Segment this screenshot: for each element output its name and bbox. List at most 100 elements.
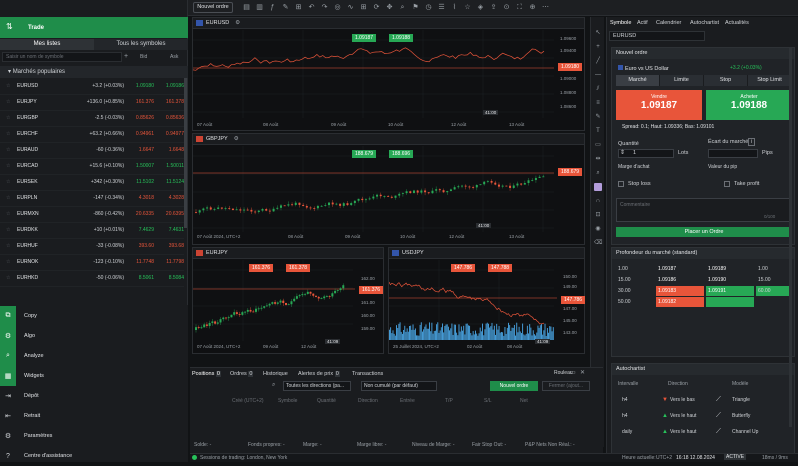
chart-settings-icon[interactable]: ⚙ [234, 136, 239, 142]
row-ask[interactable]: 0.85636 [154, 115, 184, 121]
usdjpy-price-chart[interactable] [389, 260, 584, 353]
row-ask[interactable]: 11.7798 [154, 259, 184, 265]
place-order-button[interactable]: Placer un Ordre [616, 227, 792, 237]
depth-lq[interactable]: 1.00 [616, 264, 652, 274]
market-gap-input[interactable] [708, 149, 758, 158]
right-scrollbar[interactable] [789, 47, 792, 427]
star-icon[interactable]: ☆ [6, 115, 10, 121]
watchlist-row[interactable]: ☆ EURMXN -860 (-0.42%) 20.6335 20.6395 [0, 207, 184, 223]
watchlist-row[interactable]: ☆ EURJPY +136.0 (+0.85%) 161.376 161.378 [0, 95, 184, 111]
chart-gbpjpy[interactable]: GBPJPY ⚙ 188.679 188.696 188.679 07 Août… [192, 133, 585, 245]
star-icon[interactable]: ☆ [6, 147, 10, 153]
row-ask[interactable]: 1.09186 [154, 83, 184, 89]
chart-symbol[interactable]: EURUSD [206, 20, 229, 26]
watchlist-row[interactable]: ☆ EURHKD -50 (-0.06%) 8.5061 8.5084 [0, 271, 184, 287]
star-icon[interactable]: ☆ [6, 83, 10, 89]
more-icon[interactable]: ⋯ [541, 3, 550, 12]
redo-icon[interactable]: ↷ [320, 3, 329, 12]
menu-item-centre-d-assistance[interactable]: ? Centre d'assistance [0, 446, 188, 466]
expand-icon[interactable]: ▭ [570, 369, 576, 376]
buy-price-box[interactable]: 147.788 [488, 264, 513, 272]
star-icon[interactable]: ☆ [463, 3, 472, 12]
watchlist-scrollbar[interactable] [184, 78, 187, 228]
tab-actif[interactable]: Actif [637, 20, 648, 26]
row-bid[interactable]: 1.09180 [124, 83, 154, 89]
star-icon[interactable]: ☆ [6, 99, 10, 105]
list-icon[interactable]: ☰ [437, 3, 446, 12]
row-ask[interactable]: 11.5124 [154, 179, 184, 185]
add-symbol-icon[interactable]: + [124, 53, 128, 61]
zoom-icon[interactable]: ⌕ [594, 169, 602, 177]
auto-model[interactable]: Triangle [732, 397, 750, 403]
close-icon[interactable]: ✕ [580, 369, 585, 376]
depth-bid[interactable]: 1.09187 [656, 264, 704, 274]
chart-settings-icon[interactable]: ⚙ [235, 20, 240, 26]
tab-history[interactable]: Historique [263, 371, 288, 377]
row-bid[interactable]: 11.5102 [124, 179, 154, 185]
layout-icon[interactable]: ▤ [242, 3, 251, 12]
column-header[interactable]: Symbole [278, 398, 297, 404]
watchlist-row[interactable]: ☆ EURCAD +15.6 (+0.10%) 1.50007 1.50011 [0, 159, 184, 175]
star-icon[interactable]: ☆ [6, 195, 10, 201]
menu-item-widgets[interactable]: ▦ Widgets [0, 366, 188, 386]
watchlist-row[interactable]: ☆ EURDKK +10 (+0.01%) 7.4629 7.4631 [0, 223, 184, 239]
sell-button[interactable]: Vendre 1.09187 [616, 90, 702, 120]
eurusd-price-chart[interactable] [193, 30, 584, 130]
row-ask[interactable]: 20.6395 [154, 211, 184, 217]
stop-loss-checkbox[interactable] [618, 181, 624, 187]
menu-item-d-p-t[interactable]: ⇥ Dépôt [0, 386, 188, 406]
spin-icon[interactable]: ⇕ [620, 149, 625, 156]
star-icon[interactable]: ☆ [6, 163, 10, 169]
close-all-button[interactable]: Fermer (ajout... [542, 381, 590, 391]
tab-positions[interactable]: Positions 0 [192, 371, 221, 377]
tab-news[interactable]: Actualités [725, 20, 749, 26]
fib-icon[interactable]: ≡ [594, 99, 602, 107]
trend-line-icon[interactable]: ╱ [594, 57, 602, 65]
menu-item-analyze[interactable]: ⌕ Analyze [0, 346, 188, 366]
order-type-market[interactable]: Marché [616, 75, 660, 86]
row-bid[interactable]: 0.94961 [124, 131, 154, 137]
text-icon[interactable]: T [594, 127, 602, 135]
auto-model[interactable]: Butterfly [732, 413, 750, 419]
menu-item-copy[interactable]: ⧉ Copy [0, 306, 188, 326]
chart-eurjpy[interactable]: EURJPY 161.376 161.378 161.376 162.00 16… [192, 247, 384, 354]
buy-price-box[interactable]: 1.09188 [389, 34, 414, 42]
buy-price-box[interactable]: 188.696 [389, 150, 414, 158]
menu-item-algo[interactable]: ⚙ Algo [0, 326, 188, 346]
chart-symbol[interactable]: EURJPY [206, 250, 228, 256]
timezone-select[interactable]: UTC+2 [656, 455, 672, 461]
eye-icon[interactable]: ◉ [594, 225, 602, 233]
row-bid[interactable]: 4.3018 [124, 195, 154, 201]
symbol-select[interactable]: EURUSD [609, 31, 705, 41]
lock-icon[interactable]: ⊡ [594, 211, 602, 219]
pin-icon[interactable]: ⊕ [528, 3, 537, 12]
positions-new-order-button[interactable]: Nouvel ordre [490, 381, 538, 391]
row-bid[interactable]: 8.5061 [124, 275, 154, 281]
quantity-stepper[interactable]: 1 [618, 149, 674, 158]
watchlist-row[interactable]: ☆ EURAUD -60 (-0.36%) 1.6647 1.6648 [0, 143, 184, 159]
depth-ask[interactable] [706, 297, 754, 307]
tab-my-lists[interactable]: Mes listes [0, 39, 94, 50]
depth-ask[interactable]: 1.09190 [706, 275, 754, 285]
search-icon[interactable]: ⌕ [272, 382, 275, 389]
menu-item-retrait[interactable]: ⇤ Retrait [0, 406, 188, 426]
auto-model[interactable]: Channel Up [732, 429, 758, 435]
tab-symbol[interactable]: Symbole [610, 20, 631, 26]
row-bid[interactable]: 11.7748 [124, 259, 154, 265]
indicator-icon[interactable]: ƒ [268, 3, 277, 12]
row-bid[interactable]: 1.50007 [124, 163, 154, 169]
row-ask[interactable]: 1.6648 [154, 147, 184, 153]
brush-icon[interactable]: ✎ [594, 113, 602, 121]
gbpjpy-candle-chart[interactable] [193, 146, 584, 244]
sell-price-box[interactable]: 147.786 [451, 264, 476, 272]
symbol-search-input[interactable]: Saisir un nom de symbole [2, 52, 122, 62]
watchlist-row[interactable]: ☆ EURGBP -2.5 (-0.03%) 0.85626 0.85636 [0, 111, 184, 127]
depth-rq[interactable] [756, 297, 792, 307]
row-bid[interactable]: 20.6335 [124, 211, 154, 217]
chart-icon[interactable]: ▥ [255, 3, 264, 12]
undo-icon[interactable]: ↶ [307, 3, 316, 12]
row-ask[interactable]: 161.378 [154, 99, 184, 105]
popular-markets-group[interactable]: ▾ Marchés populaires [0, 66, 188, 78]
directions-select[interactable]: Toutes les directions (pa... [283, 381, 351, 391]
depth-rq[interactable]: 15.00 [756, 275, 792, 285]
